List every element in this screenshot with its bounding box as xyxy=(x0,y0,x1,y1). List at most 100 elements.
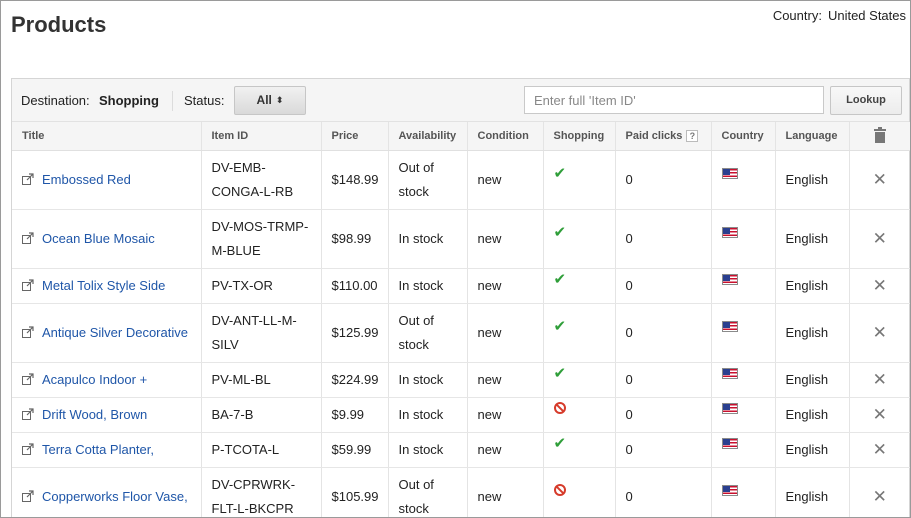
external-link-icon[interactable] xyxy=(22,372,34,385)
status-dropdown-value: All xyxy=(256,93,272,107)
trash-icon[interactable] xyxy=(873,126,886,143)
cell-language: English xyxy=(775,432,850,468)
us-flag-icon xyxy=(721,402,738,414)
cell-paid-clicks: 0 xyxy=(615,467,712,517)
approved-check-icon: ✔ xyxy=(553,223,567,241)
cell-price: $125.99 xyxy=(321,303,389,363)
approved-check-icon: ✔ xyxy=(553,434,567,452)
us-flag-icon xyxy=(721,484,738,496)
product-title-link[interactable]: Ocean Blue Mosaic xyxy=(42,231,155,246)
cell-price: $224.99 xyxy=(321,362,389,398)
product-title-link[interactable]: Terra Cotta Planter, xyxy=(42,442,154,457)
cell-paid-clicks: 0 xyxy=(615,362,712,398)
product-title-link[interactable]: Antique Silver Decorative xyxy=(42,325,188,340)
cell-condition: new xyxy=(467,303,544,363)
cell-price: $59.99 xyxy=(321,432,389,468)
cell-shopping: ✔ xyxy=(543,150,616,210)
approved-check-icon: ✔ xyxy=(553,364,567,382)
cell-shopping: ✔ xyxy=(543,209,616,269)
external-link-icon[interactable] xyxy=(22,442,34,455)
cell-shopping xyxy=(543,397,616,433)
delete-icon[interactable]: ✕ xyxy=(860,274,901,298)
status-label: Status: xyxy=(184,93,225,108)
cell-language: English xyxy=(775,150,850,210)
col-header-paid-clicks[interactable]: Paid clicks? xyxy=(615,122,712,151)
cell-paid-clicks: 0 xyxy=(615,303,712,363)
col-header-language[interactable]: Language xyxy=(775,122,850,151)
external-link-icon[interactable] xyxy=(22,231,34,244)
cell-language: English xyxy=(775,209,850,269)
cell-delete: ✕ xyxy=(849,432,910,468)
col-header-country[interactable]: Country xyxy=(711,122,776,151)
cell-item-id: DV-CPRWRK-FLT-L-BKCPR xyxy=(201,467,322,517)
cell-delete: ✕ xyxy=(849,362,910,398)
product-title-link[interactable]: Copperworks Floor Vase, xyxy=(42,489,188,504)
cell-language: English xyxy=(775,303,850,363)
cell-country xyxy=(711,303,776,363)
product-title-link[interactable]: Embossed Red xyxy=(42,172,131,187)
external-link-icon[interactable] xyxy=(22,407,34,420)
cell-title: Drift Wood, Brown xyxy=(12,397,202,433)
product-title-link[interactable]: Metal Tolix Style Side xyxy=(42,278,165,293)
external-link-icon[interactable] xyxy=(22,489,34,502)
products-panel: Destination: Shopping Status: All⬍ Looku… xyxy=(11,78,910,517)
table-row: Ocean Blue Mosaic DV-MOS-TRMP-M-BLUE $98.9… xyxy=(12,209,910,269)
cell-price: $110.00 xyxy=(321,268,389,304)
cell-shopping: ✔ xyxy=(543,362,616,398)
delete-icon[interactable]: ✕ xyxy=(860,368,901,392)
table-row: Drift Wood, Brown BA-7-B $9.99 In stock new 0… xyxy=(12,397,910,433)
help-icon[interactable]: ? xyxy=(686,129,699,142)
delete-icon[interactable]: ✕ xyxy=(860,168,901,192)
external-link-icon[interactable] xyxy=(22,172,34,185)
cell-delete: ✕ xyxy=(849,467,910,517)
cell-price: $98.99 xyxy=(321,209,389,269)
col-header-item-id[interactable]: Item ID xyxy=(201,122,322,151)
cell-shopping: ✔ xyxy=(543,268,616,304)
cell-language: English xyxy=(775,467,850,517)
us-flag-icon xyxy=(721,273,738,285)
cell-item-id: PV-TX-OR xyxy=(201,268,322,304)
product-title-link[interactable]: Acapulco Indoor + xyxy=(42,372,147,387)
external-link-icon[interactable] xyxy=(22,278,34,291)
us-flag-icon xyxy=(721,320,738,332)
lookup-button[interactable]: Lookup xyxy=(830,86,902,115)
cell-paid-clicks: 0 xyxy=(615,432,712,468)
col-header-price[interactable]: Price xyxy=(321,122,389,151)
delete-icon[interactable]: ✕ xyxy=(860,227,901,251)
external-link-icon[interactable] xyxy=(22,325,34,338)
approved-check-icon: ✔ xyxy=(553,164,567,182)
cell-availability: In stock xyxy=(388,397,468,433)
cell-paid-clicks: 0 xyxy=(615,397,712,433)
item-id-search-input[interactable] xyxy=(524,86,824,114)
cell-shopping xyxy=(543,467,616,517)
cell-delete: ✕ xyxy=(849,209,910,269)
table-header-row: Title Item ID Price Availability Conditi… xyxy=(12,122,910,151)
status-dropdown[interactable]: All ⬍ xyxy=(234,86,306,115)
cell-item-id: BA-7-B xyxy=(201,397,322,433)
filter-bar: Destination: Shopping Status: All⬍ Looku… xyxy=(12,79,909,122)
cell-condition: new xyxy=(467,397,544,433)
delete-icon[interactable]: ✕ xyxy=(860,438,901,462)
cell-item-id: P-TCOTA-L xyxy=(201,432,322,468)
delete-icon[interactable]: ✕ xyxy=(860,485,901,509)
cell-title: Antique Silver Decorative xyxy=(12,303,202,363)
col-header-title[interactable]: Title xyxy=(12,122,202,151)
app-frame: Products Country: United States Destinati… xyxy=(0,0,911,518)
cell-availability: In stock xyxy=(388,432,468,468)
col-header-condition[interactable]: Condition xyxy=(467,122,544,151)
cell-language: English xyxy=(775,268,850,304)
cell-availability: Out of stock xyxy=(388,150,468,210)
product-title-link[interactable]: Drift Wood, Brown xyxy=(42,407,147,422)
cell-country xyxy=(711,209,776,269)
col-header-availability[interactable]: Availability xyxy=(388,122,468,151)
country-info: Country: United States xyxy=(773,8,906,23)
products-table: Title Item ID Price Availability Conditi… xyxy=(12,122,910,517)
cell-country xyxy=(711,150,776,210)
cell-availability: In stock xyxy=(388,362,468,398)
delete-icon[interactable]: ✕ xyxy=(860,403,901,427)
us-flag-icon xyxy=(721,437,738,449)
cell-item-id: DV-ANT-LL-M-SILV xyxy=(201,303,322,363)
delete-icon[interactable]: ✕ xyxy=(860,321,901,345)
col-header-shopping[interactable]: Shopping xyxy=(543,122,616,151)
cell-price: $148.99 xyxy=(321,150,389,210)
